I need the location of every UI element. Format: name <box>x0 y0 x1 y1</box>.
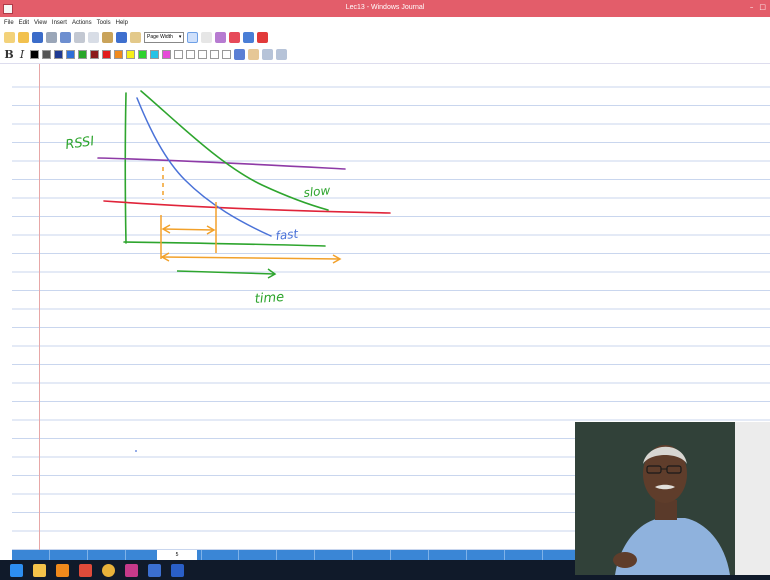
current-page-indicator[interactable]: 5 <box>157 550 197 560</box>
slow-curve <box>140 90 329 211</box>
media-app-icon[interactable] <box>125 563 138 577</box>
x-axis <box>123 241 326 247</box>
stray-ink-dot <box>135 450 137 452</box>
time-label: time <box>254 290 284 307</box>
long-double-arrow <box>161 256 341 260</box>
short-double-arrow <box>162 228 215 231</box>
journal-taskbar-icon[interactable] <box>148 563 161 577</box>
fast-curve <box>136 97 272 237</box>
chrome-icon[interactable] <box>102 563 115 577</box>
y-axis <box>124 92 127 244</box>
time-arrow <box>176 270 276 275</box>
fast-label: fast <box>275 227 300 243</box>
vlc-icon[interactable] <box>56 563 69 577</box>
windows-journal-window: Lec13 - Windows Journal – □ File Edit Vi… <box>0 0 770 580</box>
window-switch-icon[interactable] <box>171 563 184 577</box>
slow-label: slow <box>303 183 331 200</box>
rssi-label: RSSI <box>64 134 95 153</box>
presenter-webcam <box>575 422 770 575</box>
file-explorer-icon[interactable] <box>33 563 46 577</box>
red-threshold-line <box>103 200 391 214</box>
paint-icon[interactable] <box>79 563 92 577</box>
windows-start-icon[interactable] <box>10 563 23 577</box>
